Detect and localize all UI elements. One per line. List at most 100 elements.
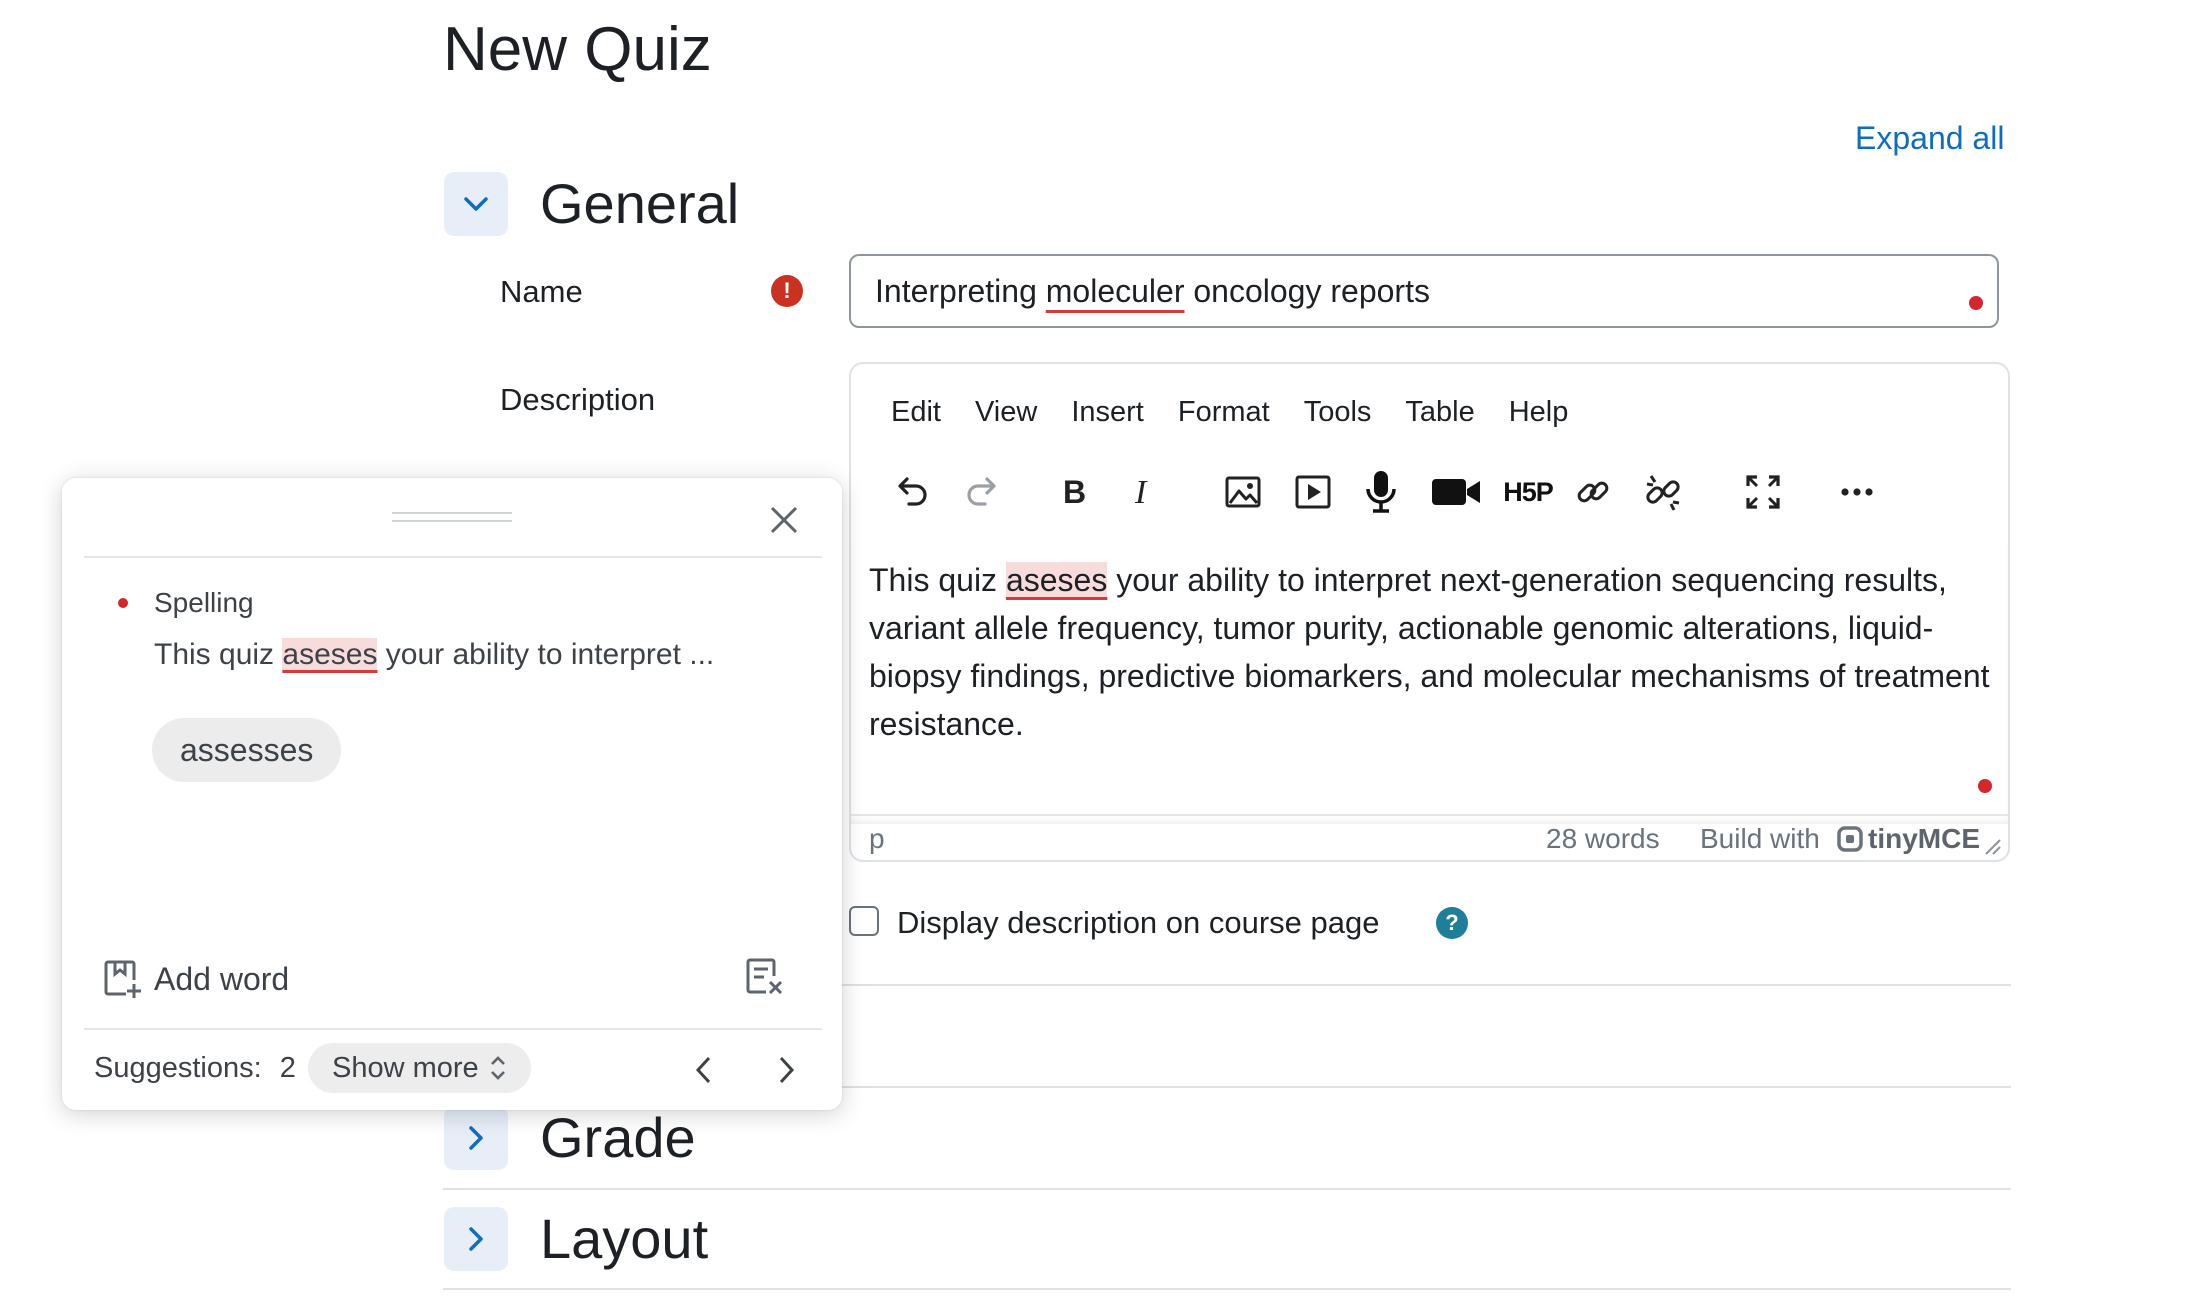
editor-content-area[interactable]: This quiz aseses your ability to interpr…: [851, 542, 2008, 824]
bold-button[interactable]: B: [1047, 462, 1099, 522]
name-text-before: Interpreting: [875, 273, 1046, 309]
unlink-button[interactable]: [1637, 462, 1689, 522]
issue-context: This quiz aseses your ability to interpr…: [154, 634, 714, 676]
layout-expand-toggle[interactable]: [444, 1207, 508, 1271]
tinymce-brand-link[interactable]: tinyMCE: [1836, 816, 1980, 862]
expand-all-link[interactable]: Expand all: [1855, 118, 2004, 158]
suggestions-summary: Suggestions: 2: [94, 1048, 296, 1088]
ignore-button[interactable]: [744, 956, 784, 1003]
ignore-icon: [746, 958, 783, 995]
show-more-label: Show more: [332, 1052, 479, 1084]
name-misspelled-word[interactable]: moleculer: [1046, 273, 1185, 309]
microphone-icon: [1366, 471, 1396, 513]
chevron-down-icon: [464, 197, 488, 211]
required-error-icon: !: [771, 275, 803, 307]
menu-view[interactable]: View: [975, 392, 1037, 432]
add-word-button[interactable]: Add word: [102, 958, 289, 1000]
menu-edit[interactable]: Edit: [891, 392, 941, 432]
redo-icon: [967, 477, 996, 506]
description-label: Description: [500, 382, 656, 417]
spellcheck-panel: Spelling This quiz aseses your ability t…: [62, 478, 842, 1110]
record-video-button[interactable]: [1425, 462, 1487, 522]
link-button[interactable]: [1567, 462, 1619, 522]
suggestion-chip[interactable]: assesses: [152, 718, 342, 782]
display-description-checkbox[interactable]: [849, 906, 879, 936]
more-icon: [1841, 488, 1873, 496]
media-icon: [1295, 475, 1331, 509]
name-label: Name: [500, 274, 583, 309]
fullscreen-button[interactable]: [1737, 462, 1789, 522]
video-camera-icon: [1432, 479, 1480, 505]
context-after: your ability to interpret ...: [377, 638, 715, 671]
menu-help[interactable]: Help: [1509, 392, 1569, 432]
editor-menubar: Edit View Insert Format Tools Table Help: [891, 392, 1568, 432]
chevron-right-icon: [779, 1056, 795, 1084]
add-word-label: Add word: [154, 960, 290, 997]
help-icon[interactable]: ?: [1436, 907, 1468, 939]
page-title: New Quiz: [443, 15, 712, 84]
description-editor: Edit View Insert Format Tools Table Help…: [849, 362, 2010, 862]
image-button[interactable]: [1217, 462, 1269, 522]
panel-divider: [84, 556, 822, 558]
context-misspelled-word: aseses: [282, 638, 378, 671]
menu-insert[interactable]: Insert: [1071, 392, 1144, 432]
content-text-before: This quiz: [869, 562, 1006, 598]
previous-issue-button[interactable]: [684, 1050, 724, 1090]
menu-tools[interactable]: Tools: [1304, 392, 1372, 432]
svg-text:B: B: [1063, 474, 1086, 510]
spelling-bullet: [118, 598, 128, 608]
tinymce-brand-text: tinyMCE: [1868, 823, 1980, 854]
editor-statusbar: p 28 words Build with tinyMCE: [851, 814, 2008, 862]
issue-category: Spelling: [154, 587, 254, 618]
record-audio-button[interactable]: [1355, 462, 1407, 522]
close-icon: [770, 506, 798, 534]
panel-drag-handle[interactable]: [392, 512, 512, 522]
h5p-button[interactable]: H5P: [1497, 462, 1559, 522]
add-to-dictionary-icon: [104, 960, 141, 998]
general-collapse-toggle[interactable]: [444, 172, 508, 236]
more-button[interactable]: [1831, 462, 1883, 522]
name-input[interactable]: Interpreting moleculer oncology reports: [849, 254, 1999, 328]
name-text-after: oncology reports: [1184, 273, 1430, 309]
media-button[interactable]: [1287, 462, 1339, 522]
spellcheck-indicator-dot: [1969, 296, 1983, 310]
context-before: This quiz: [154, 638, 283, 671]
tinymce-logo-icon: [1837, 826, 1863, 852]
suggestions-count: 2: [279, 1052, 296, 1084]
italic-icon: I: [1134, 474, 1148, 511]
element-path[interactable]: p: [869, 816, 885, 862]
grade-expand-toggle[interactable]: [444, 1106, 508, 1170]
svg-text:I: I: [1134, 474, 1148, 511]
word-count[interactable]: 28 words: [1546, 816, 1660, 862]
resize-handle-icon[interactable]: [1982, 836, 2002, 856]
bold-icon: B: [1063, 474, 1086, 510]
section-title-layout[interactable]: Layout: [540, 1207, 708, 1271]
menu-format[interactable]: Format: [1178, 392, 1270, 432]
italic-button[interactable]: I: [1117, 462, 1169, 522]
section-divider: [443, 1188, 2011, 1190]
display-description-label[interactable]: Display description on course page: [897, 903, 1380, 943]
section-divider: [443, 1288, 2011, 1290]
h5p-icon: H5P: [1503, 476, 1554, 507]
suggestions-label: Suggestions:: [94, 1052, 262, 1084]
chevron-right-icon: [469, 1126, 483, 1150]
menu-table[interactable]: Table: [1405, 392, 1474, 432]
undo-icon: [898, 477, 927, 506]
section-title-general: General: [540, 172, 740, 235]
build-with-label: Build with: [1700, 823, 1820, 854]
show-more-button[interactable]: Show more: [308, 1043, 531, 1093]
undo-button[interactable]: [885, 462, 937, 522]
next-issue-button[interactable]: [766, 1050, 806, 1090]
image-icon: [1225, 476, 1261, 508]
fullscreen-icon: [1746, 475, 1780, 509]
chevron-right-icon: [469, 1227, 483, 1251]
editor-toolbar: B I H5P: [851, 462, 2008, 536]
description-content[interactable]: This quiz aseses your ability to interpr…: [869, 556, 1991, 748]
panel-divider: [84, 1028, 822, 1030]
unlink-icon: [1646, 475, 1680, 511]
section-title-grade[interactable]: Grade: [540, 1106, 696, 1170]
expand-collapse-icon: [490, 1056, 505, 1080]
panel-close-button[interactable]: [762, 498, 806, 542]
content-misspelled-word[interactable]: aseses: [1005, 562, 1108, 598]
redo-button[interactable]: [957, 462, 1009, 522]
